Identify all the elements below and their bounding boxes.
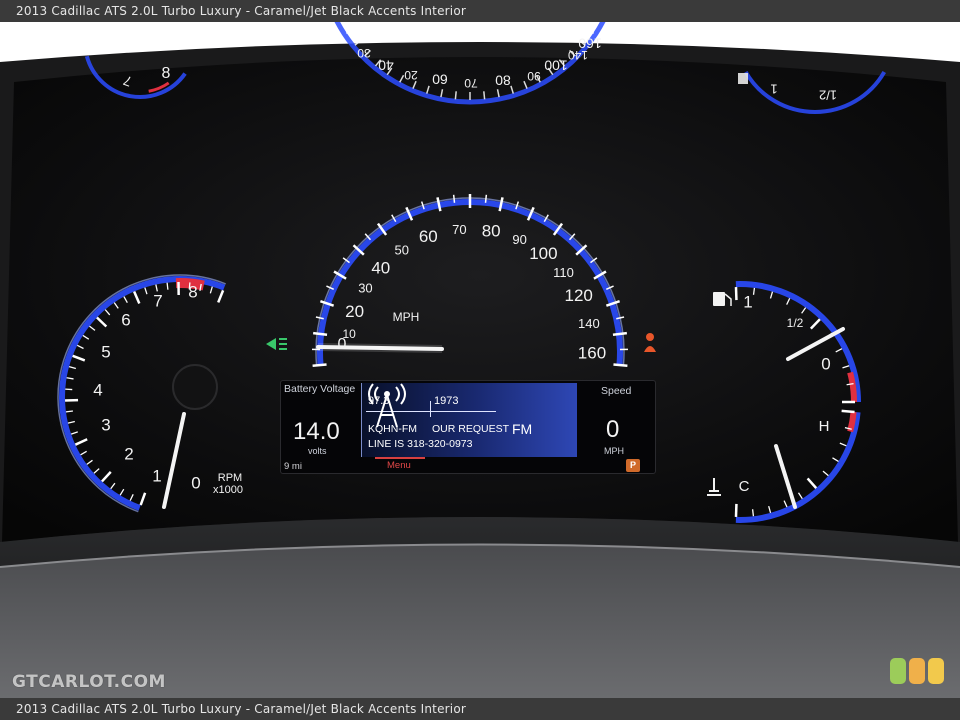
tachometer-label: 1: [152, 466, 161, 485]
radio-frequency-next: 1973: [434, 395, 459, 407]
driver-info-display: Battery Voltage 14.0 volts 9 mi 97.3 197…: [280, 380, 656, 474]
reflection-fuel-icon: [738, 73, 748, 84]
tachometer-label: 0: [191, 473, 200, 492]
menu-indicator: [375, 457, 425, 459]
tachometer-unit-multiplier: x1000: [213, 484, 243, 496]
fuel-label-full: 1: [743, 292, 752, 311]
speedometer-label: 20: [345, 302, 364, 321]
site-badge: [890, 658, 944, 684]
menu-label: Menu: [387, 460, 411, 471]
speedometer-label: 120: [565, 286, 593, 305]
reflection-speedometer-label: 80: [495, 72, 511, 88]
speedometer-unit: MPH: [393, 310, 420, 324]
fuel-label-empty: 0: [821, 354, 830, 373]
speedometer-tick: [312, 331, 328, 337]
caption-bottom: 2013 Cadillac ATS 2.0L Turbo Luxury - Ca…: [0, 698, 960, 720]
tachometer-label: 5: [101, 342, 110, 361]
battery-voltage-unit: volts: [308, 446, 327, 456]
speedometer-label: 60: [419, 227, 438, 246]
parking-brake-icon: P: [626, 459, 640, 472]
digital-speed-label: Speed: [601, 385, 632, 397]
speedometer-label: 160: [578, 344, 606, 363]
speedometer-label: 80: [482, 221, 501, 240]
reflection-tach-label: 8: [162, 65, 171, 82]
battery-voltage-label: Battery Voltage: [284, 383, 356, 395]
tachometer-label: 4: [93, 380, 102, 399]
radio-band: FM: [512, 421, 533, 437]
speedometer-label: 100: [529, 244, 557, 263]
reflection-fuel-label: 1: [770, 82, 777, 97]
temp-label-cold: C: [739, 478, 750, 495]
radio-song-text: OUR REQUEST: [432, 423, 510, 435]
reflection-speedometer-label: 160: [578, 35, 602, 51]
reflection-speedometer-tick: [454, 91, 457, 100]
watermark: GTCARLOT.COM: [12, 672, 166, 692]
tachometer-unit: RPM: [218, 472, 242, 484]
speedometer-tick: [612, 331, 628, 337]
reflection-speedometer-label: 90: [527, 69, 541, 83]
badge-dot-yellow: [928, 658, 944, 684]
seatbelt-warning-icon: [646, 333, 654, 341]
tachometer-label: 7: [153, 291, 162, 310]
temp-tick: [841, 409, 855, 414]
reflection-speedometer-label: 60: [432, 71, 448, 87]
instrument-cluster-photo: 10 20 30 40 50 60 70 80 90 100 110 120 140 160 MPH 0 0 1 2…: [0, 22, 960, 698]
badge-dot-green: [890, 658, 906, 684]
speedometer-zero-label: 0: [338, 336, 347, 353]
reflection-speedometer-label: 30: [357, 46, 371, 60]
tachometer-label: 8: [188, 282, 197, 301]
tachometer-label: 2: [124, 444, 133, 463]
reflection-speedometer-label: 20: [404, 68, 418, 82]
speedometer-tick: [452, 194, 456, 203]
tachometer-tick: [166, 282, 169, 290]
digital-speed-value: 0: [606, 416, 620, 443]
fuel-tick: [752, 287, 756, 295]
speedometer-label: 140: [578, 316, 600, 331]
cluster-svg: 102030405060 70 80 90100110120140160MPH0012…: [0, 22, 960, 698]
radio-phone-line: LINE IS 318-320-0973: [368, 438, 473, 450]
tachometer-label: 3: [101, 415, 110, 434]
speedometer-tick: [312, 363, 327, 368]
radio-panel: 97.3 1973 KQHN-FM OUR REQUEST LINE IS 31…: [361, 383, 577, 457]
speedometer-tick: [484, 194, 488, 203]
caption-top: 2013 Cadillac ATS 2.0L Turbo Luxury - Ca…: [0, 0, 960, 22]
speedometer-label: 50: [395, 242, 409, 257]
speedometer-label: 110: [553, 265, 574, 280]
speedometer-label: 70: [452, 222, 466, 237]
reflection-speedometer-tick: [483, 91, 486, 100]
temp-tick: [751, 509, 755, 517]
tachometer-tick: [65, 410, 73, 413]
digital-speed-unit: MPH: [604, 446, 624, 456]
fuel-pump-icon: [713, 292, 725, 306]
frequency-marker: [430, 401, 431, 417]
speedometer-label: 90: [512, 232, 526, 247]
battery-voltage-value: 14.0: [293, 418, 340, 445]
reflection-speedometer-label: 100: [544, 57, 568, 73]
reflection-speedometer-label: 40: [378, 57, 394, 73]
fuel-label-half: 1/2: [787, 316, 804, 330]
speedometer-label: 40: [371, 258, 390, 277]
tachometer-hub: [172, 364, 218, 410]
radio-tower-icon: [368, 383, 406, 428]
tachometer-label: 6: [121, 310, 130, 329]
reflection-fuel-label: 1/2: [819, 88, 837, 103]
speedometer-label: 30: [358, 281, 372, 296]
trip-odometer: 9 mi: [284, 461, 302, 472]
temp-label-hot: H: [819, 418, 830, 435]
speedometer-tick: [613, 363, 628, 368]
reflection-speedometer-label: 70: [464, 76, 478, 90]
badge-dot-orange: [909, 658, 925, 684]
